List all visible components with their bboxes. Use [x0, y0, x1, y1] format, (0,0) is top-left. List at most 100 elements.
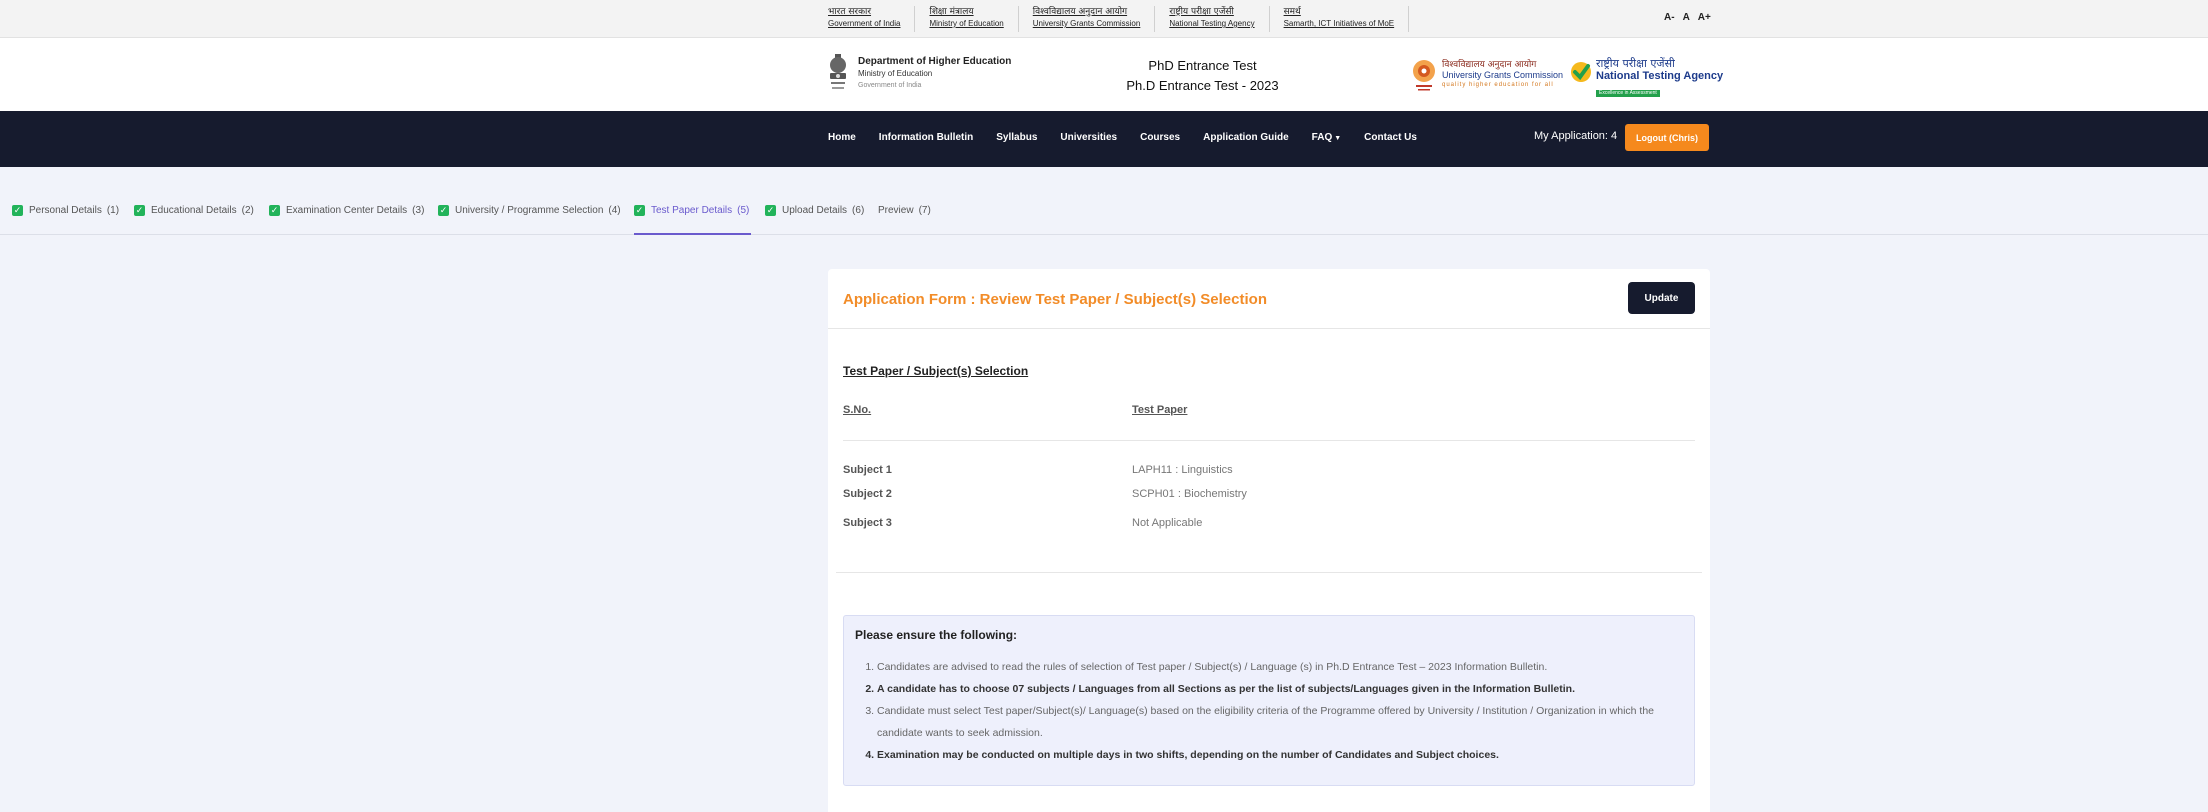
gov-link-education[interactable]: शिक्षा मंत्रालय Ministry of Education: [915, 6, 1019, 32]
nta-tagline: Excellence in Assessment: [1596, 90, 1660, 97]
nta-english: National Testing Agency: [1596, 70, 1724, 82]
nta-text: राष्ट्रीय परीक्षा एजेंसी National Testin…: [1596, 57, 1723, 97]
nav-faq-label[interactable]: FAQ: [1312, 132, 1333, 143]
instructions-list: Candidates are advised to read the rules…: [855, 656, 1685, 766]
department-title: Department of Higher Education: [858, 56, 1012, 67]
check-icon: ✓: [134, 205, 145, 216]
instruction-item: A candidate has to choose 07 subjects / …: [877, 678, 1685, 700]
step-university-programme-selection[interactable]: ✓ University / Programme Selection (4): [438, 195, 621, 235]
gov-link-samarth[interactable]: समर्थ Samarth, ICT Initiatives of MoE: [1270, 6, 1410, 32]
instruction-item: Examination may be conducted on multiple…: [877, 744, 1685, 766]
gov-link-english[interactable]: Samarth, ICT Initiatives of MoE: [1284, 18, 1395, 30]
check-icon: ✓: [12, 205, 23, 216]
step-number: (1): [106, 205, 120, 216]
divider: [843, 440, 1695, 441]
gov-link-hindi[interactable]: विश्वविद्यालय अनुदान आयोग: [1033, 6, 1141, 18]
my-application-count[interactable]: My Application: 4: [1534, 130, 1617, 142]
gov-top-bar: भारत सरकार Government of India शिक्षा मं…: [0, 0, 2208, 38]
instructions-box: Please ensure the following: Candidates …: [843, 615, 1695, 786]
step-number: (2): [241, 205, 254, 216]
step-number: (3): [412, 205, 425, 216]
gov-link-hindi[interactable]: समर्थ: [1284, 6, 1395, 18]
main-navbar: Home Information Bulletin Syllabus Unive…: [0, 111, 2208, 167]
font-increase-button[interactable]: A+: [1698, 12, 1711, 23]
step-label: Test Paper Details: [651, 205, 733, 216]
check-icon: ✓: [438, 205, 449, 216]
step-personal-details[interactable]: ✓ Personal Details (1): [12, 195, 119, 235]
gov-link-english[interactable]: National Testing Agency: [1169, 18, 1254, 30]
ministry-name: Ministry of Education: [858, 69, 933, 78]
nav-syllabus[interactable]: Syllabus: [996, 132, 1037, 143]
step-label: Examination Center Details: [286, 205, 408, 216]
ugc-english: University Grants Commission: [1442, 70, 1564, 80]
step-label: Upload Details: [782, 205, 848, 216]
section-title: Test Paper / Subject(s) Selection: [843, 364, 1029, 378]
gov-link-india[interactable]: भारत सरकार Government of India: [828, 6, 916, 32]
nav-courses[interactable]: Courses: [1140, 132, 1180, 143]
font-decrease-button[interactable]: A-: [1664, 12, 1675, 23]
nta-logo-icon: [1571, 62, 1591, 82]
step-label: University / Programme Selection: [455, 205, 604, 216]
gov-link-hindi[interactable]: भारत सरकार: [828, 6, 900, 18]
step-educational-details[interactable]: ✓ Educational Details (2): [134, 195, 254, 235]
step-number: (5): [737, 205, 750, 216]
national-emblem-icon: [830, 54, 846, 89]
review-card: Application Form : Review Test Paper / S…: [828, 269, 1710, 812]
site-header: Department of Higher Education Ministry …: [0, 38, 2208, 111]
check-icon: ✓: [634, 205, 645, 216]
step-test-paper-details[interactable]: ✓ Test Paper Details (5): [634, 195, 752, 235]
ugc-tagline: quality higher education for all: [1442, 82, 1554, 88]
nav-information-bulletin[interactable]: Information Bulletin: [879, 132, 973, 143]
exam-title: PhD Entrance Test Ph.D Entrance Test - 2…: [1090, 56, 1315, 96]
subject-3-value: Not Applicable: [1132, 517, 1203, 529]
subject-3-label: Subject 3: [843, 517, 892, 529]
gov-link-hindi[interactable]: राष्ट्रीय परीक्षा एजेंसी: [1169, 6, 1254, 18]
step-number: (7): [918, 205, 931, 216]
nta-hindi: राष्ट्रीय परीक्षा एजेंसी: [1596, 57, 1675, 70]
nav-faq-dropdown[interactable]: FAQ ▼: [1312, 132, 1342, 143]
nav-home[interactable]: Home: [828, 132, 856, 143]
exam-title-line2: Ph.D Entrance Test - 2023: [1126, 78, 1279, 93]
gov-link-hindi[interactable]: शिक्षा मंत्रालय: [929, 6, 1003, 18]
step-label: Personal Details: [29, 205, 102, 216]
step-number: (4): [608, 205, 621, 216]
step-preview[interactable]: Preview (7): [878, 195, 931, 235]
ugc-hindi: विश्वविद्यालय अनुदान आयोग: [1442, 60, 1537, 70]
divider: [836, 572, 1702, 573]
divider: [828, 328, 1710, 329]
step-label: Educational Details: [151, 205, 237, 216]
gov-link-ugc[interactable]: विश्वविद्यालय अनुदान आयोग University Gra…: [1019, 6, 1156, 32]
step-label: Preview: [878, 205, 914, 216]
nav-application-guide[interactable]: Application Guide: [1203, 132, 1289, 143]
step-number: (6): [852, 205, 865, 216]
instructions-title: Please ensure the following:: [855, 628, 1018, 642]
font-size-controls: A- A A+: [1664, 12, 1711, 23]
exam-title-line1: PhD Entrance Test: [1148, 58, 1257, 73]
gov-link-nta[interactable]: राष्ट्रीय परीक्षा एजेंसी National Testin…: [1155, 6, 1270, 32]
page-title: Application Form : Review Test Paper / S…: [843, 291, 1267, 308]
check-icon: ✓: [765, 205, 776, 216]
step-upload-details[interactable]: ✓ Upload Details (6): [765, 195, 864, 235]
department-info: Department of Higher Education Ministry …: [858, 56, 1011, 92]
gov-link-english[interactable]: University Grants Commission: [1033, 18, 1141, 30]
government-name: Government of India: [858, 82, 922, 89]
nav-universities[interactable]: Universities: [1060, 132, 1117, 143]
step-examination-center-details[interactable]: ✓ Examination Center Details (3): [269, 195, 424, 235]
logout-button[interactable]: Logout (Chris): [1625, 124, 1709, 151]
column-header-test-paper: Test Paper: [1132, 404, 1188, 416]
subject-1-value: LAPH11 : Linguistics: [1132, 464, 1233, 476]
gov-link-english[interactable]: Ministry of Education: [929, 18, 1003, 30]
font-normal-button[interactable]: A: [1683, 12, 1690, 23]
nav-menu: Home Information Bulletin Syllabus Unive…: [828, 132, 1440, 143]
instruction-item: Candidate must select Test paper/Subject…: [877, 700, 1685, 744]
gov-link-english[interactable]: Government of India: [828, 18, 900, 30]
check-icon: ✓: [269, 205, 280, 216]
update-button[interactable]: Update: [1628, 282, 1695, 314]
caret-down-icon[interactable]: ▼: [1334, 135, 1341, 142]
application-steps: ✓ Personal Details (1) ✓ Educational Det…: [0, 195, 2208, 235]
gov-links: भारत सरकार Government of India शिक्षा मं…: [828, 6, 1410, 32]
subject-1-label: Subject 1: [843, 464, 892, 476]
ugc-text: विश्वविद्यालय अनुदान आयोग University Gra…: [1442, 60, 1563, 90]
subject-2-value: SCPH01 : Biochemistry: [1132, 488, 1247, 500]
nav-contact-us[interactable]: Contact Us: [1364, 132, 1417, 143]
